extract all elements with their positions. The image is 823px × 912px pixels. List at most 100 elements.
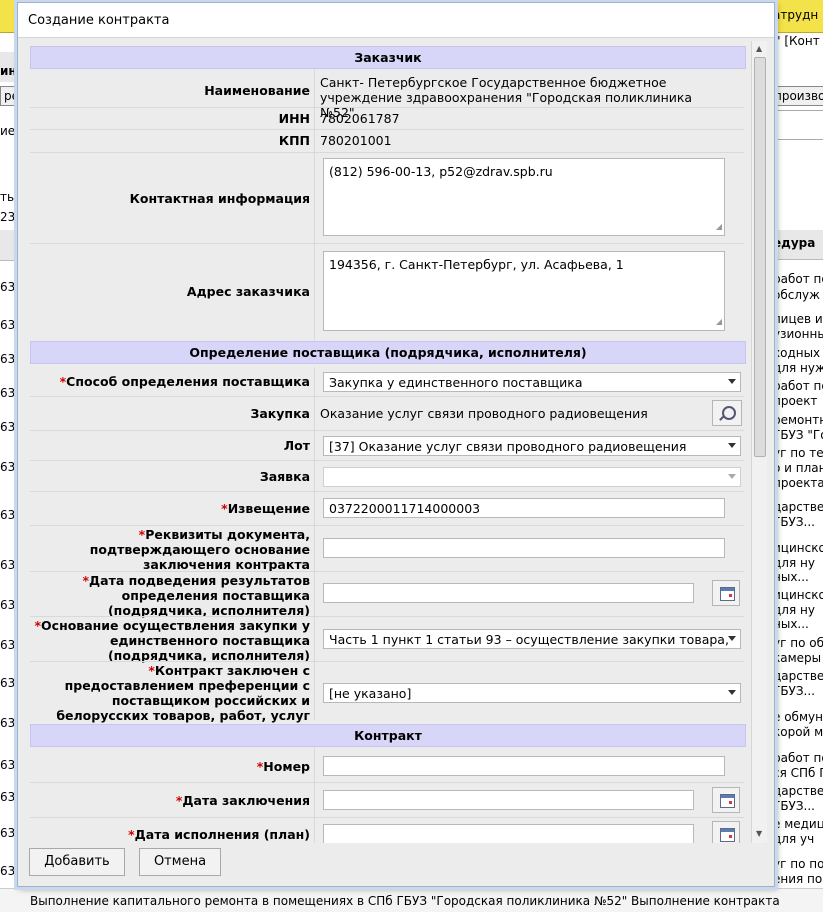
- background-cell-text: ся СПб Г: [773, 766, 823, 780]
- application-label: Заявка: [259, 469, 310, 484]
- background-row-number: 63: [0, 386, 16, 400]
- conclusion-date-calendar-button[interactable]: [712, 787, 740, 813]
- background-row-number: 63: [0, 508, 16, 522]
- application-select[interactable]: [323, 467, 741, 487]
- background-breadcrumb[interactable]: " [Конт: [775, 34, 820, 48]
- notice-label-text: Извещение: [227, 501, 310, 516]
- result-date-label-text: Дата подведения результатов определения …: [89, 573, 310, 618]
- customer-name-label: Наименование: [204, 83, 310, 98]
- lot-select[interactable]: [37] Оказание услуг связи проводного рад…: [323, 436, 741, 456]
- dialog-scrollbar[interactable]: ▲ ▼: [751, 41, 767, 843]
- section-customer: Заказчик: [30, 46, 746, 69]
- basis-selected: Часть 1 пункт 1 статьи 93 – осуществлени…: [329, 632, 729, 647]
- background-tab[interactable]: атрудн: [770, 0, 823, 33]
- calendar-icon: [720, 828, 735, 842]
- execution-date-input[interactable]: [323, 824, 694, 843]
- background-cell-text: ения по а: [773, 872, 823, 886]
- background-row-number: 63: [0, 280, 16, 294]
- result-date-input[interactable]: [323, 583, 694, 603]
- background-row-number: 63: [0, 790, 16, 804]
- resize-grip-icon[interactable]: ◢: [716, 219, 722, 234]
- background-row-number: 63: [0, 460, 16, 474]
- scrollbar-thumb[interactable]: [754, 57, 766, 457]
- background-cell-text: ГБУЗ "Гор: [773, 428, 823, 442]
- result-date-calendar-button[interactable]: [712, 580, 740, 606]
- notice-label: *Извещение: [30, 501, 310, 516]
- cancel-button[interactable]: Отмена: [139, 848, 221, 876]
- conclusion-date-label-text: Дата заключения: [182, 793, 310, 808]
- resize-grip-icon[interactable]: ◢: [716, 314, 722, 329]
- scroll-up-icon[interactable]: ▲: [756, 44, 762, 53]
- conclusion-date-input[interactable]: [323, 790, 694, 810]
- background-cell-text: е медиц: [773, 817, 823, 831]
- section-contract: Контракт: [30, 724, 746, 747]
- preference-label: *Контракт заключен с предоставлением пре…: [30, 663, 310, 723]
- background-cell-text: для уч: [773, 832, 815, 846]
- background-cell-text: для ну: [773, 603, 815, 617]
- background-tab-left: [0, 0, 17, 33]
- background-row-number: 63: [0, 826, 16, 840]
- supplier-method-label-text: Способ определения поставщика: [66, 374, 310, 389]
- contract-number-input[interactable]: [323, 756, 725, 776]
- background-cell-text: корой м: [773, 725, 823, 739]
- background-cell-text: для нуж: [773, 361, 823, 375]
- background-column-header[interactable]: едура: [770, 230, 823, 260]
- preference-selected: [не указано]: [329, 686, 412, 701]
- execution-date-calendar-button[interactable]: [712, 821, 740, 843]
- background-bottom-row: Выполнение капитального ремонта в помеще…: [30, 894, 780, 908]
- background-link-produce[interactable]: произво: [770, 86, 823, 106]
- background-cell-text: уг по об: [773, 636, 823, 650]
- customer-address-label: Адрес заказчика: [186, 284, 310, 299]
- contact-info-textarea[interactable]: (812) 596-00-13, p52@zdrav.spb.ru ◢: [323, 158, 725, 236]
- background-tab-label: атрудн: [773, 8, 819, 22]
- background-cell-text: ГБУЗ...: [773, 799, 815, 813]
- background-row-number: 63: [0, 638, 16, 652]
- contact-info-label: Контактная информация: [129, 191, 310, 206]
- calendar-icon: [720, 794, 735, 808]
- background-cell-text: ицинско: [773, 541, 823, 555]
- basis-select[interactable]: Часть 1 пункт 1 статьи 93 – осуществлени…: [323, 629, 741, 649]
- background-cell-text: уг по те: [773, 446, 823, 460]
- customer-address-textarea[interactable]: 194356, г. Санкт-Петербург, ул. Асафьева…: [323, 251, 725, 331]
- background-cell-text: ных...: [773, 617, 809, 631]
- background-row-number: 63: [0, 318, 16, 332]
- basis-label: *Основание осуществления закупки у единс…: [30, 618, 311, 663]
- inn-label: ИНН: [278, 111, 310, 126]
- execution-date-label: *Дата исполнения (план): [30, 827, 310, 842]
- basis-label-text: Основание осуществления закупки у единст…: [41, 618, 310, 663]
- background-row-number: 63: [0, 758, 16, 772]
- dialog-titlebar[interactable]: Создание контракта: [18, 3, 774, 38]
- contact-info-text: (812) 596-00-13, p52@zdrav.spb.ru: [329, 164, 553, 179]
- inn-value: 7802061787: [320, 111, 400, 126]
- background-row-number: 63: [0, 558, 16, 572]
- background-cell-text: е обмун: [773, 710, 823, 724]
- add-button[interactable]: Добавить: [29, 848, 125, 876]
- supplier-method-select[interactable]: Закупка у единственного поставщика: [323, 372, 741, 392]
- lot-selected: [37] Оказание услуг связи проводного рад…: [329, 439, 687, 454]
- background-cell-text: для ну: [773, 556, 815, 570]
- background-cell-text: ходных с: [773, 346, 823, 360]
- background-cell-text: проекта: [773, 476, 823, 490]
- requisites-input[interactable]: [323, 538, 725, 558]
- customer-address-text: 194356, г. Санкт-Петербург, ул. Асафьева…: [329, 257, 624, 272]
- background-row-number: 63: [0, 420, 16, 434]
- purchase-value: Оказание услуг связи проводного радиовещ…: [320, 406, 648, 421]
- scroll-down-icon[interactable]: ▼: [756, 829, 762, 838]
- supplier-method-label: *Способ определения поставщика: [30, 374, 310, 389]
- background-cell-text: дарствен: [773, 669, 823, 683]
- background-button-left[interactable]: ре: [0, 86, 18, 106]
- chevron-down-icon: [728, 443, 736, 448]
- preference-label-text: Контракт заключен с предоставлением преф…: [56, 663, 310, 723]
- purchase-search-button[interactable]: [712, 400, 742, 426]
- background-cell-text: обслуж: [773, 288, 820, 302]
- contract-number-label: *Номер: [30, 759, 310, 774]
- background-cell-text: о и план: [773, 461, 823, 475]
- background-cell-text: дарствен: [773, 784, 823, 798]
- dialog-title: Создание контракта: [28, 13, 170, 28]
- background-row-number: 63: [0, 598, 16, 612]
- create-contract-dialog: Создание контракта Заказчик Наименование…: [17, 2, 775, 887]
- notice-input[interactable]: 0372200011714000003: [323, 498, 725, 518]
- background-cell-text: ицинско: [773, 588, 823, 602]
- chevron-down-icon: [728, 474, 736, 479]
- preference-select[interactable]: [не указано]: [323, 683, 741, 703]
